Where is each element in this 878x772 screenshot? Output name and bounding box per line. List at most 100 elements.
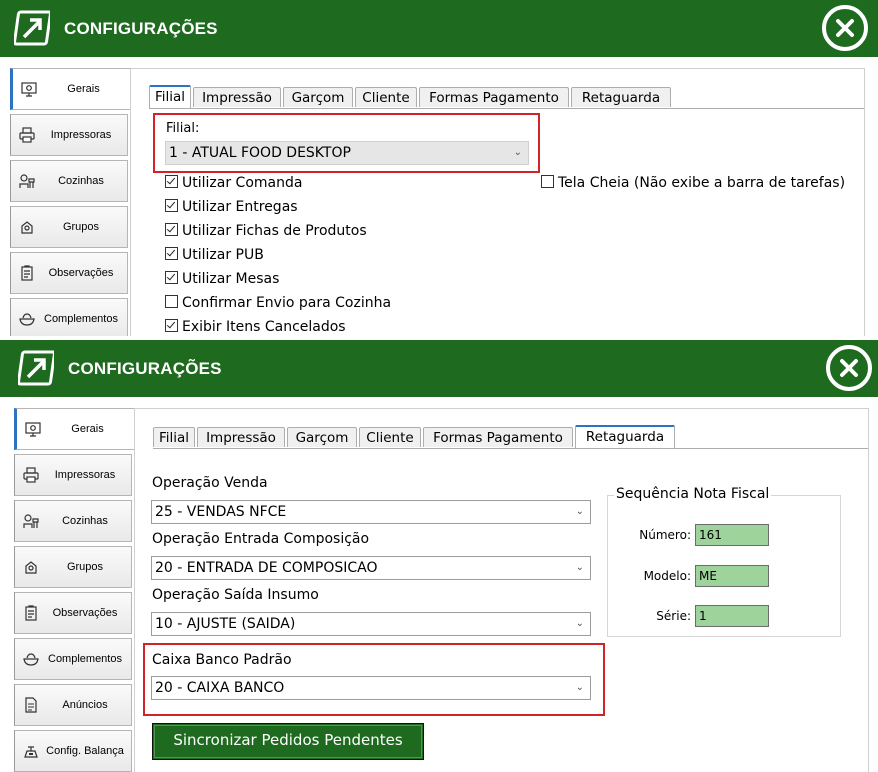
chevron-down-icon: ⌄ bbox=[575, 682, 584, 693]
checkbox-label: Utilizar Mesas bbox=[182, 271, 280, 287]
tab-bar: Filial Impressão Garçom Cliente Formas Pagam… bbox=[153, 425, 868, 448]
serie-field[interactable]: 1 bbox=[695, 605, 769, 627]
checkbox-utilizar-mesas[interactable]: Utilizar Mesas bbox=[165, 271, 279, 287]
modelo-field[interactable]: ME bbox=[695, 565, 769, 587]
sidebar-item-complementos[interactable]: Complementos bbox=[10, 298, 128, 336]
sidebar-item-gerais[interactable]: Gerais bbox=[10, 68, 130, 110]
checkbox-label: Utilizar Fichas de Produtos bbox=[182, 223, 367, 239]
checkbox-label: Exibir Itens Cancelados bbox=[182, 319, 346, 335]
serie-label: Série: bbox=[656, 609, 691, 623]
caixa-banco-label: Caixa Banco Padrão bbox=[152, 652, 292, 668]
sidebar-item-impressoras[interactable]: Impressoras bbox=[10, 114, 128, 156]
config-window-filial: CONFIGURAÇÕES Gerais Impressoras Cozinhas G… bbox=[0, 0, 878, 336]
tab-garcom[interactable]: Garçom bbox=[283, 87, 353, 107]
title-bar: CONFIGURAÇÕES bbox=[0, 0, 878, 57]
checkbox-box bbox=[165, 199, 178, 212]
chevron-down-icon: ⌄ bbox=[575, 506, 584, 517]
operacao-entrada-select[interactable]: 20 - ENTRADA DE COMPOSICAO ⌄ bbox=[151, 556, 591, 580]
sidebar-item-label: Complementos bbox=[48, 653, 122, 665]
numero-field[interactable]: 161 bbox=[695, 524, 769, 546]
sidebar-item-grupos[interactable]: Grupos bbox=[10, 206, 128, 248]
sidebar-item-impressoras[interactable]: Impressoras bbox=[14, 454, 132, 496]
close-button[interactable] bbox=[826, 345, 872, 391]
checkbox-utilizar-fichas-de-produtos[interactable]: Utilizar Fichas de Produtos bbox=[165, 223, 367, 239]
sequencia-title: Sequência Nota Fiscal bbox=[614, 486, 772, 502]
tab-formas-pagamento[interactable]: Formas Pagamento bbox=[423, 427, 573, 447]
settings-content: Filial Impressão Garçom Cliente Formas Pagam… bbox=[130, 68, 865, 336]
app-logo-icon bbox=[14, 10, 50, 46]
scale-icon bbox=[24, 746, 38, 758]
checkbox-label: Utilizar PUB bbox=[182, 247, 264, 263]
window-title: CONFIGURAÇÕES bbox=[68, 359, 222, 378]
app-logo-icon bbox=[18, 350, 54, 386]
settings-screen-icon bbox=[21, 82, 37, 97]
checkbox-utilizar-comanda[interactable]: Utilizar Comanda bbox=[165, 175, 302, 191]
operacao-entrada-value: 20 - ENTRADA DE COMPOSICAO bbox=[155, 560, 378, 576]
close-icon bbox=[836, 19, 854, 37]
sidebar-item-cozinhas[interactable]: Cozinhas bbox=[14, 500, 132, 542]
sidebar-item-label: Gerais bbox=[71, 423, 104, 435]
sidebar-item-label: Gerais bbox=[67, 83, 100, 95]
sidebar-item-config-balanca[interactable]: Config. Balança bbox=[14, 730, 132, 772]
checkbox-label: Utilizar Comanda bbox=[182, 175, 303, 191]
clipboard-icon bbox=[25, 605, 37, 621]
checkbox-label: Utilizar Entregas bbox=[182, 199, 298, 215]
checkbox-utilizar-entregas[interactable]: Utilizar Entregas bbox=[165, 199, 298, 215]
operacao-venda-select[interactable]: 25 - VENDAS NFCE ⌄ bbox=[151, 500, 591, 524]
sidebar-item-label: Complementos bbox=[44, 313, 118, 325]
bowl-icon bbox=[19, 313, 35, 326]
sidebar-item-label: Anúncios bbox=[62, 699, 108, 711]
tab-garcom[interactable]: Garçom bbox=[287, 427, 357, 447]
tab-retaguarda[interactable]: Retaguarda bbox=[575, 425, 675, 448]
checkbox-confirmar-envio-para-cozinha[interactable]: Confirmar Envio para Cozinha bbox=[165, 295, 391, 311]
chef-icon bbox=[23, 514, 39, 528]
filial-select[interactable]: 1 - ATUAL FOOD DESKTOP ⌄ bbox=[165, 141, 529, 165]
tab-formas-pagamento[interactable]: Formas Pagamento bbox=[419, 87, 569, 107]
tab-cliente[interactable]: Cliente bbox=[355, 87, 417, 107]
sidebar-item-grupos[interactable]: Grupos bbox=[14, 546, 132, 588]
checkbox-box bbox=[541, 175, 554, 188]
sincronizar-button[interactable]: Sincronizar Pedidos Pendentes bbox=[152, 723, 424, 760]
sidebar-item-label: Observações bbox=[52, 607, 118, 619]
checkbox-utilizar-pub[interactable]: Utilizar PUB bbox=[165, 247, 264, 263]
operacao-entrada-label: Operação Entrada Composição bbox=[152, 531, 370, 547]
sidebar-item-label: Impressoras bbox=[50, 129, 112, 141]
sidebar-item-observacoes[interactable]: Observações bbox=[10, 252, 128, 294]
chevron-down-icon: ⌄ bbox=[513, 147, 522, 158]
tela-cheia-checkbox[interactable]: Tela Cheia (Não exibe a barra de tarefas… bbox=[541, 175, 845, 191]
tab-filial[interactable]: Filial bbox=[153, 427, 195, 447]
tab-cliente[interactable]: Cliente bbox=[359, 427, 421, 447]
close-button[interactable] bbox=[822, 5, 868, 51]
tab-retaguarda[interactable]: Retaguarda bbox=[571, 87, 671, 107]
sidebar-item-label: Grupos bbox=[62, 221, 100, 233]
operacao-saida-select[interactable]: 10 - AJUSTE (SAIDA) ⌄ bbox=[151, 612, 591, 636]
sidebar-item-cozinhas[interactable]: Cozinhas bbox=[10, 160, 128, 202]
bowl-icon bbox=[23, 653, 39, 666]
chevron-down-icon: ⌄ bbox=[575, 562, 584, 573]
operacao-venda-value: 25 - VENDAS NFCE bbox=[155, 504, 287, 520]
sidebar-item-label: Observações bbox=[48, 267, 114, 279]
numero-label: Número: bbox=[639, 528, 691, 542]
sidebar-item-observacoes[interactable]: Observações bbox=[14, 592, 132, 634]
sidebar-item-anuncios[interactable]: Anúncios bbox=[14, 684, 132, 726]
checkbox-exibir-itens-cancelados[interactable]: Exibir Itens Cancelados bbox=[165, 319, 346, 335]
filial-label: Filial: bbox=[166, 121, 200, 136]
checkbox-box bbox=[165, 319, 178, 332]
operacao-saida-value: 10 - AJUSTE (SAIDA) bbox=[155, 616, 296, 632]
sidebar-item-complementos[interactable]: Complementos bbox=[14, 638, 132, 680]
sidebar-item-label: Cozinhas bbox=[62, 515, 108, 527]
caixa-banco-select[interactable]: 20 - CAIXA BANCO ⌄ bbox=[151, 676, 591, 700]
checkbox-box bbox=[165, 175, 178, 188]
sidebar-item-gerais[interactable]: Gerais bbox=[14, 408, 134, 450]
tab-filial[interactable]: Filial bbox=[149, 85, 191, 108]
group-icon bbox=[25, 561, 37, 574]
tab-impressao[interactable]: Impressão bbox=[193, 87, 281, 107]
clipboard-icon bbox=[21, 265, 33, 281]
modelo-label: Modelo: bbox=[643, 569, 691, 583]
printer-icon bbox=[23, 467, 39, 483]
chef-icon bbox=[19, 174, 35, 188]
tab-impressao[interactable]: Impressão bbox=[197, 427, 285, 447]
sidebar-item-label: Config. Balança bbox=[46, 745, 124, 757]
window-title: CONFIGURAÇÕES bbox=[64, 19, 218, 38]
sidebar-item-label: Impressoras bbox=[54, 469, 116, 481]
